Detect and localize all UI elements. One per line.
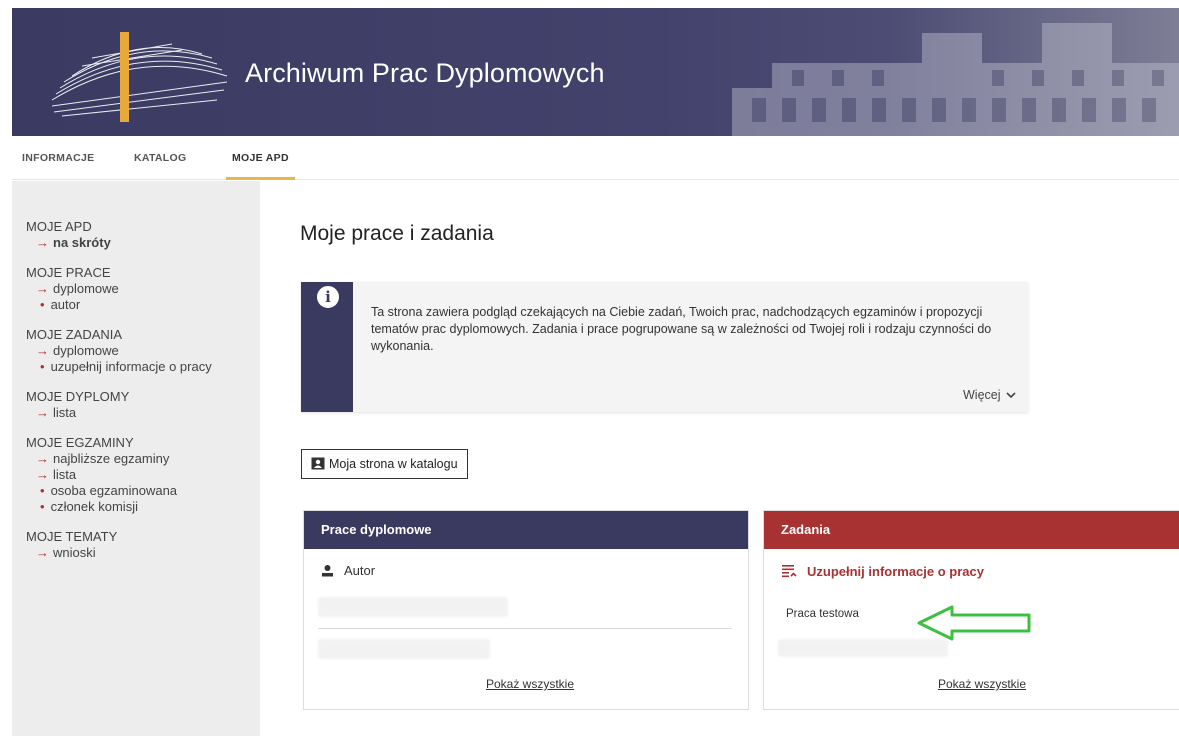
user-icon (322, 565, 333, 577)
bullet-icon: • (40, 499, 45, 514)
info-icon: i (315, 284, 341, 310)
tab-informacje[interactable]: INFORMACJE (22, 136, 94, 180)
works-show-all-link[interactable]: Pokaż wszystkie (486, 677, 574, 691)
sidebar-heading[interactable]: MOJE ZADANIA (26, 327, 260, 343)
portrait-icon (311, 457, 325, 470)
page-title: Moje prace i zadania (300, 222, 494, 245)
sidebar-item-dyplomy-lista[interactable]: → lista (26, 405, 260, 421)
header-banner: Archiwum Prac Dyplomowych (12, 8, 1179, 136)
sidebar: MOJE APD → na skróty MOJE PRACE → dyplomow… (12, 181, 260, 736)
task-complete-info[interactable]: Uzupełnij informacje o pracy (781, 563, 984, 579)
arrow-right-icon: → (36, 343, 49, 358)
tasks-card-title: Zadania (764, 511, 1179, 549)
arrow-right-icon: → (36, 451, 49, 466)
sidebar-group-moje-dyplomy: MOJE DYPLOMY → lista (26, 389, 260, 421)
sidebar-heading[interactable]: MOJE TEMATY (26, 529, 260, 545)
info-text: Ta strona zawiera podgląd czekających na… (371, 305, 992, 353)
sidebar-group-moje-egzaminy: MOJE EGZAMINY → najbliższe egzaminy → list… (26, 435, 260, 515)
bullet-icon: • (40, 483, 45, 498)
catalog-page-button[interactable]: Moja strona w katalogu (301, 449, 468, 479)
works-card-title: Prace dyplomowe (304, 511, 748, 549)
sidebar-heading[interactable]: MOJE APD (26, 219, 260, 235)
site-title[interactable]: Archiwum Prac Dyplomowych (245, 58, 605, 89)
tab-katalog[interactable]: KATALOG (134, 136, 186, 180)
more-button[interactable]: Więcej (963, 388, 1016, 402)
arrow-right-icon: → (36, 281, 49, 296)
sidebar-group-moje-zadania: MOJE ZADANIA → dyplomowe • uzupełnij infor… (26, 327, 260, 375)
tasks-show-all-link[interactable]: Pokaż wszystkie (938, 677, 1026, 691)
sidebar-group-moje-prace: MOJE PRACE → dyplomowe • autor (26, 265, 260, 313)
building-illustration (732, 23, 1179, 136)
apd-logo-icon[interactable] (42, 28, 232, 123)
sidebar-heading[interactable]: MOJE EGZAMINY (26, 435, 260, 451)
sidebar-item-uzupelnij-informacje[interactable]: • uzupełnij informacje o pracy (26, 359, 260, 375)
bullet-icon: • (40, 297, 45, 312)
tasks-card: Zadania Uzupełnij informacje o pracy Pra… (763, 510, 1179, 710)
chevron-down-icon (1006, 392, 1016, 399)
sidebar-group-moje-apd: MOJE APD → na skróty (26, 219, 260, 251)
main-navigation: INFORMACJE KATALOG MOJE APD (12, 136, 1179, 180)
sidebar-item-osoba-egzaminowana[interactable]: • osoba egzaminowana (26, 483, 260, 499)
sidebar-heading[interactable]: MOJE DYPLOMY (26, 389, 260, 405)
bullet-icon: • (40, 359, 45, 374)
sidebar-item-autor[interactable]: • autor (26, 297, 260, 313)
sidebar-item-prace-dyplomowe[interactable]: → dyplomowe (26, 281, 260, 297)
sidebar-item-na-skroty[interactable]: → na skróty (26, 235, 260, 251)
sidebar-group-moje-tematy: MOJE TEMATY → wnioski (26, 529, 260, 561)
info-box: i Ta strona zawiera podgląd czekających … (301, 282, 1028, 412)
redacted-item (318, 597, 508, 617)
arrow-right-icon: → (36, 545, 49, 560)
arrow-right-icon: → (36, 405, 49, 420)
divider (318, 628, 732, 629)
role-author: Autor (321, 563, 375, 578)
works-card: Prace dyplomowe Autor Pokaż wszystkie (303, 510, 749, 710)
arrow-right-icon: → (36, 467, 49, 482)
sidebar-item-najblizsze-egzaminy[interactable]: → najbliższe egzaminy (26, 451, 260, 467)
sidebar-item-egzaminy-lista[interactable]: → lista (26, 467, 260, 483)
work-item-praca-testowa[interactable]: Praca testowa (786, 608, 859, 620)
tab-moje-apd[interactable]: MOJE APD (226, 136, 295, 180)
redacted-item (318, 639, 490, 659)
task-list-icon (782, 565, 797, 578)
arrow-right-icon: → (36, 235, 49, 250)
redacted-item (778, 639, 948, 657)
sidebar-item-zadania-dyplomowe[interactable]: → dyplomowe (26, 343, 260, 359)
sidebar-item-wnioski[interactable]: → wnioski (26, 545, 260, 561)
sidebar-item-czlonek-komisji[interactable]: • członek komisji (26, 499, 260, 515)
sidebar-heading[interactable]: MOJE PRACE (26, 265, 260, 281)
annotation-arrow-icon (917, 605, 1031, 641)
